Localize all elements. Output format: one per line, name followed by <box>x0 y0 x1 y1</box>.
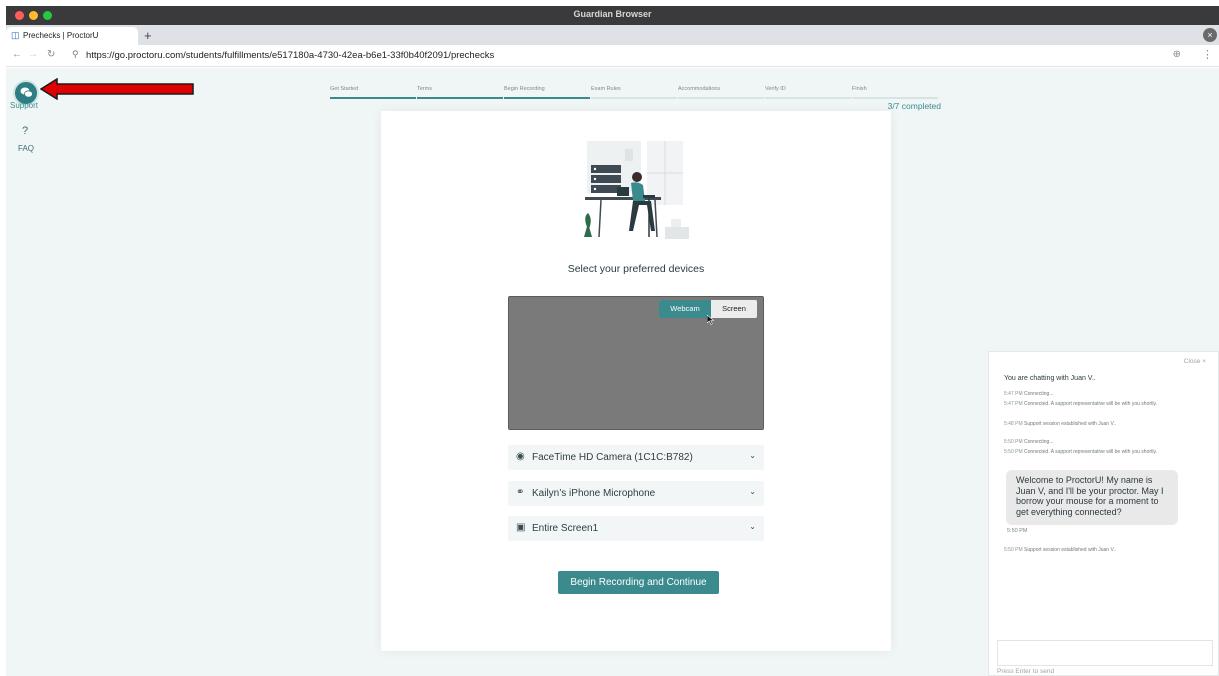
chat-system-message: 5:48 PM Support session established with… <box>1004 421 1190 429</box>
reload-icon[interactable]: ↻ <box>47 49 55 60</box>
url-field[interactable]: https://go.proctoru.com/students/fulfill… <box>86 50 494 61</box>
faq-link[interactable]: FAQ <box>18 144 34 153</box>
screen-toggle-button[interactable]: Screen <box>711 300 757 318</box>
step-label: Finish <box>852 86 867 92</box>
step-label: Terms <box>417 86 432 92</box>
back-arrow-icon[interactable]: ← <box>12 49 22 60</box>
chevron-down-icon: ⌄ <box>749 451 756 460</box>
step-bar <box>591 97 677 99</box>
progress-count: 3/7 completed <box>887 101 941 111</box>
card-heading: Select your preferred devices <box>567 263 705 275</box>
message-time: 5:47 PM <box>1004 401 1023 407</box>
forward-arrow-icon[interactable]: → <box>28 49 38 60</box>
chat-message-input[interactable] <box>997 640 1213 666</box>
chat-system-message: 5:50 PM Support session established with… <box>1004 547 1190 555</box>
camera-select[interactable]: ◉ FaceTime HD Camera (1C1C:B782) ⌄ <box>508 445 764 470</box>
support-chat-panel: Close × You are chatting with Juan V.. 5… <box>988 351 1219 676</box>
person-at-desk-illustration <box>584 141 689 239</box>
chat-input-hint: Press Enter to send <box>997 668 1055 675</box>
mouse-cursor-icon <box>707 315 715 325</box>
step-verify-id: Verify ID <box>765 86 851 99</box>
menu-icon[interactable]: ⋮ <box>1202 48 1213 61</box>
message-time: 5:48 PM <box>1004 421 1023 427</box>
step-bar <box>852 97 938 99</box>
step-finish: Finish <box>852 86 938 99</box>
browser-window: Guardian Browser ◫ Prechecks | ProctorU … <box>0 0 1219 676</box>
message-time: 5:47 PM <box>1004 391 1023 397</box>
address-toolbar: ← → ↻ ⚲ https://go.proctoru.com/students… <box>6 45 1219 67</box>
title-bar: Guardian Browser <box>6 6 1219 25</box>
tab-strip: ◫ Prechecks | ProctorU + × <box>6 25 1219 45</box>
message-text: Connected. A support representative will… <box>1024 449 1158 455</box>
page-content: Support ? FAQ Get Started Terms Begin Re… <box>6 68 1219 676</box>
webcam-icon: ◉ <box>516 451 525 462</box>
step-accommodations: Accommodations <box>678 86 764 99</box>
tab-label: Prechecks | ProctorU <box>23 31 99 40</box>
chat-header: You are chatting with Juan V.. <box>1004 375 1096 382</box>
step-label: Accommodations <box>678 86 721 92</box>
chat-bubbles-icon <box>20 87 33 98</box>
tab-prechecks[interactable]: ◫ Prechecks | ProctorU <box>6 27 138 45</box>
begin-recording-button[interactable]: Begin Recording and Continue <box>558 571 719 594</box>
message-text: Support session established with Juan V.… <box>1024 547 1117 553</box>
window-title: Guardian Browser <box>573 9 652 19</box>
message-text: Support session established with Juan V.… <box>1024 421 1117 427</box>
proctoru-favicon-icon: ◫ <box>11 30 20 40</box>
close-icon[interactable]: × <box>1203 28 1217 42</box>
chat-close-button[interactable]: Close × <box>1184 358 1206 365</box>
step-label: Verify ID <box>765 86 786 92</box>
search-icon: ⚲ <box>72 49 79 59</box>
message-text: Connecting... <box>1024 439 1054 445</box>
chat-system-message: 5:50 PM Connected. A support representat… <box>1004 449 1190 457</box>
chevron-down-icon: ⌄ <box>749 487 756 496</box>
step-bar <box>417 97 503 99</box>
webcam-toggle-button[interactable]: Webcam <box>659 300 711 318</box>
device-selection-card: Select your preferred devices Webcam Scr… <box>381 111 891 651</box>
chat-system-message: 5:47 PM Connecting... <box>1004 391 1190 399</box>
support-label[interactable]: Support <box>10 101 38 110</box>
step-label: Get Started <box>330 86 359 92</box>
new-tab-button[interactable]: + <box>144 28 152 43</box>
step-label: Exam Rules <box>591 86 621 92</box>
window-icon: ▣ <box>516 522 526 533</box>
step-bar <box>765 97 851 99</box>
message-time: 5:50 PM <box>1004 439 1023 445</box>
step-terms: Terms <box>417 86 503 99</box>
step-get-started: Get Started <box>330 86 416 99</box>
chevron-down-icon: ⌄ <box>749 522 756 531</box>
message-text: Connecting... <box>1024 391 1054 397</box>
screen-select[interactable]: ▣ Entire Screen1 ⌄ <box>508 516 764 541</box>
chat-system-message: 5:50 PM Connecting... <box>1004 439 1190 447</box>
zoom-icon[interactable]: ⊕ <box>1173 49 1181 60</box>
camera-select-value: FaceTime HD Camera (1C1C:B782) <box>532 452 693 463</box>
faq-question-icon[interactable]: ? <box>22 125 28 137</box>
message-text: Connected. A support representative will… <box>1024 401 1158 407</box>
chat-system-message: 5:47 PM Connected. A support representat… <box>1004 401 1190 409</box>
step-exam-rules: Exam Rules <box>591 86 677 99</box>
step-bar <box>678 97 764 99</box>
microphone-icon: ⚭ <box>516 487 525 498</box>
proctor-message-bubble: Welcome to ProctorU! My name is Juan V, … <box>1006 470 1178 525</box>
screen-select-value: Entire Screen1 <box>532 523 599 534</box>
message-time: 5:50 PM <box>1007 528 1028 534</box>
step-begin-recording: Begin Recording <box>504 86 590 99</box>
microphone-select-value: Kailyn’s iPhone Microphone <box>532 488 656 499</box>
message-time: 5:50 PM <box>1004 547 1023 553</box>
message-time: 5:50 PM <box>1004 449 1023 455</box>
video-preview: Webcam Screen <box>508 296 764 430</box>
step-bar <box>504 97 590 99</box>
step-label: Begin Recording <box>504 86 545 92</box>
red-arrow-annotation <box>40 78 194 100</box>
microphone-select[interactable]: ⚭ Kailyn’s iPhone Microphone ⌄ <box>508 481 764 506</box>
step-bar <box>330 97 416 99</box>
